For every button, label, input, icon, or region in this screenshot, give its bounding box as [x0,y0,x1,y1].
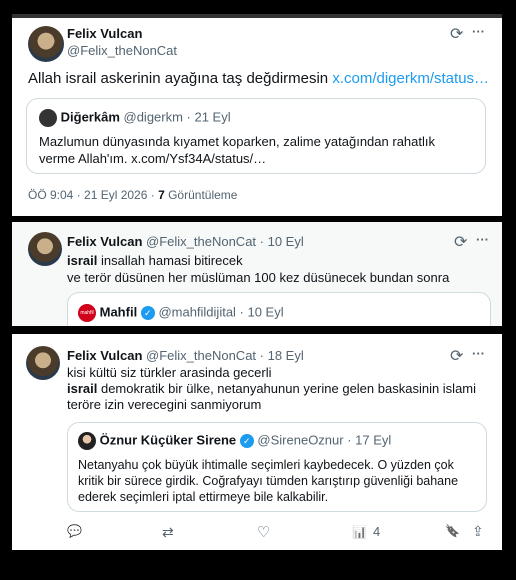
quote-avatar: mahfil [78,304,96,322]
text-line-2: ve terör düsünen her müslüman 100 kez dü… [67,270,450,285]
quote-header: mahfil Mahfil ✓ @mahfildijital · 10 Eyl [78,304,284,322]
tweet-header: Felix Vulcan @Felix_theNonCat · 18 Eyl [67,348,304,363]
quote-text: Netanyahu çok büyük ihtimalle seçimleri … [78,458,459,504]
bottom-strip [0,550,516,580]
tweet-text: kisi kültü siz türkler arasinda gecerli … [67,365,487,413]
grok-icon[interactable]: ⟳ [454,232,467,252]
tweet-text: israil insallah hamasi bitirecek ve terö… [67,252,449,286]
bookmark-icon: 🔖 [445,524,460,538]
quote-text: Mazlumun dünyasında kıyamet koparken, za… [39,134,435,166]
tweet-detail-panel: Felix Vulcan @Felix_theNonCat ⟳ ··· Alla… [12,18,502,216]
avatar[interactable] [26,346,60,380]
bold-word: israil [67,253,98,268]
author-name[interactable]: Felix Vulcan [67,26,177,41]
grok-icon[interactable]: ⟳ [450,346,463,366]
verified-icon: ✓ [239,434,254,448]
retweet-icon: ⇄ [162,524,174,540]
more-icon[interactable]: ··· [472,346,485,361]
share-icon: ⇪ [472,523,484,539]
reply-icon: 💬 [67,524,82,538]
views-count: 4 [372,524,381,539]
quote-header: Diğerkâm @digerkm · 21 Eyl [39,109,231,127]
author-handle[interactable]: @Felix_theNonCat [67,43,177,58]
heart-icon: ♡ [257,524,271,541]
avatar[interactable] [28,26,64,62]
quote-author-name: Mahfil [99,304,138,320]
quote-avatar [78,432,96,450]
tweet-timestamp[interactable]: ÖÖ 9:04 · 21 Eyl 2026 · [28,188,158,202]
like-button[interactable]: ♡ [257,523,270,541]
quote-author-name: Öznur Küçüker Sirene [99,432,237,448]
author-block: Felix Vulcan @Felix_theNonCat [67,26,177,58]
views-button[interactable]: 📊 4 [352,524,380,539]
text-line-1: kisi kültü siz türkler arasinda gecerli [67,365,272,380]
author-name[interactable]: Felix Vulcan [67,234,142,249]
views-icon: 📊 [352,524,367,539]
tweet-text: Allah israil askerinin ayağına taş değdi… [28,70,489,87]
author-name[interactable]: Felix Vulcan [67,348,142,363]
top-strip [0,0,516,18]
more-icon[interactable]: ··· [472,24,485,39]
share-button[interactable]: ⇪ [472,523,484,540]
quote-header: Öznur Küçüker Sirene ✓ @SireneOznur · 17… [78,432,391,450]
quoted-tweet[interactable]: Diğerkâm @digerkm · 21 Eyl Mazlumun düny… [26,98,486,174]
views-count: 7 [158,188,165,202]
quote-author-handle: @SireneOznur · 17 Eyl [257,432,392,448]
author-handle[interactable]: @Felix_theNonCat · 10 Eyl [146,234,304,249]
verified-icon: ✓ [140,306,155,320]
tweet-body: Allah israil askerinin ayağına taş değdi… [28,70,333,87]
divider [0,326,516,334]
grok-icon[interactable]: ⟳ [450,24,463,44]
tweet-panel-2[interactable]: Felix Vulcan @Felix_theNonCat · 10 Eyl ⟳… [12,222,502,326]
author-handle[interactable]: @Felix_theNonCat · 18 Eyl [146,348,304,363]
bold-word: israil [67,381,98,396]
quoted-tweet[interactable]: Öznur Küçüker Sirene ✓ @SireneOznur · 17… [67,422,487,512]
tweet-meta: ÖÖ 9:04 · 21 Eyl 2026 · 7 Görüntüleme [28,188,237,202]
text-line-1: insallah hamasi bitirecek [97,253,243,268]
tweet-header: Felix Vulcan @Felix_theNonCat · 10 Eyl [67,234,304,249]
reply-button[interactable]: 💬 [67,524,82,538]
quote-avatar [39,109,57,127]
avatar[interactable] [28,232,62,266]
tweet-panel-3[interactable]: Felix Vulcan @Felix_theNonCat · 18 Eyl ⟳… [12,334,502,550]
quote-author-handle: @mahfildijital · 10 Eyl [158,304,284,320]
tweet-link[interactable]: x.com/digerkm/status… [332,70,489,87]
quoted-tweet[interactable]: mahfil Mahfil ✓ @mahfildijital · 10 Eyl [67,292,491,326]
quote-author-name: Diğerkâm [60,109,120,125]
retweet-button[interactable]: ⇄ [162,524,174,541]
more-icon[interactable]: ··· [476,232,489,247]
quote-author-handle: @digerkm · 21 Eyl [123,109,231,125]
views-label: Görüntüleme [164,188,238,202]
bookmark-button[interactable]: 🔖 [445,524,460,538]
text-line-2: demokratik bir ülke, netanyahunun yerine… [67,381,477,412]
